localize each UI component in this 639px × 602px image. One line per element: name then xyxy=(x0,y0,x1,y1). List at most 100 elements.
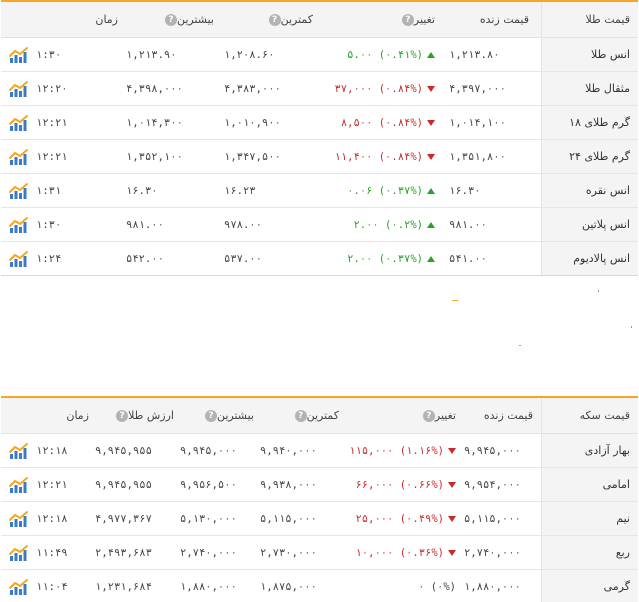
change-cell: ۱۰,۰۰۰ (۰.۳۶%) xyxy=(347,536,464,569)
decor-speck xyxy=(631,326,632,328)
row-name: نیم xyxy=(541,502,638,535)
table-row: مثقال طلا ۴,۳۹۷,۰۰۰ ۳۷,۰۰۰ (۰.۸۴%) ۴,۳۸۳,۰۰… xyxy=(1,72,638,106)
high-price: ۹۸۱.۰۰ xyxy=(126,218,164,231)
change-value: ۲.۰۰ (۰.۲%) xyxy=(353,219,435,231)
change-cell: ۲.۰۰ (۰.۳۷%) xyxy=(321,242,449,275)
change-value: ۶۶,۰۰۰ (۰.۶۶%) xyxy=(355,479,456,491)
change-cell: ۸,۵۰۰ (۰.۸۴%) xyxy=(321,106,449,139)
update-time: ۱۲:۱۸ xyxy=(36,512,68,525)
help-icon[interactable]: ? xyxy=(164,13,177,26)
change-text: ۲.۰۰ (۰.۲%) xyxy=(353,218,423,231)
arrow-down-icon xyxy=(448,447,456,454)
header-high: بیشترین? xyxy=(126,2,224,37)
chart-icon[interactable] xyxy=(1,208,36,241)
table-row: انس طلا ۱,۲۱۳.۸۰ ۵.۰۰ (۰.۴۱%) ۱,۲۰۸.۶۰ ۱,۲۱۳… xyxy=(1,38,638,72)
high-price: ۹,۹۴۵,۰۰۰ xyxy=(180,444,237,457)
change-cell: ۱۱,۴۰۰ (۰.۸۴%) xyxy=(321,140,449,173)
chart-icon[interactable] xyxy=(1,570,36,602)
update-time: ۱۱:۴۹ xyxy=(36,546,68,559)
table-row: امامی ۹,۹۵۴,۰۰۰ ۶۶,۰۰۰ (۰.۶۶%) ۹,۹۳۸,۰۰۰ ۹,۹… xyxy=(1,468,638,502)
row-name: امامی xyxy=(541,468,638,501)
help-icon[interactable]: ? xyxy=(204,409,217,422)
change-value: ۵.۰۰ (۰.۴۱%) xyxy=(347,49,435,61)
update-time: ۱۲:۲۱ xyxy=(36,116,68,129)
change-label: تغییر xyxy=(434,409,456,422)
low-price: ۱,۸۷۵,۰۰۰ xyxy=(260,580,317,593)
low-price: ۵,۱۱۵,۰۰۰ xyxy=(260,512,317,525)
help-icon[interactable]: ? xyxy=(268,13,281,26)
help-icon[interactable]: ? xyxy=(294,409,307,422)
chart-icon[interactable] xyxy=(1,72,36,105)
change-value: ۱۱۵,۰۰۰ (۱.۱۶%) xyxy=(349,445,456,457)
low-price: ۴,۳۸۳,۰۰۰ xyxy=(224,82,281,95)
header-live-price: قیمت زنده xyxy=(479,13,529,26)
row-name: انس نقره xyxy=(541,174,638,207)
arrow-down-icon xyxy=(448,515,456,522)
chart-icon[interactable] xyxy=(1,140,36,173)
live-price: ۱۶.۳۰ xyxy=(449,184,481,197)
change-text: ۲.۰۰ (۰.۳۷%) xyxy=(347,252,423,265)
live-price: ۹,۹۴۵,۰۰۰ xyxy=(464,444,521,457)
change-text: ۱۱,۴۰۰ (۰.۸۴%) xyxy=(334,150,423,163)
table-row: گرمی ۱,۸۸۰,۰۰۰ ۰ (۰%) ۱,۸۷۵,۰۰۰ ۱,۸۸۰,۰۰۰ ۱,۲… xyxy=(1,570,638,602)
low-price: ۱,۳۴۷,۵۰۰ xyxy=(224,150,281,163)
change-text: ۲۵,۰۰۰ (۰.۴۹%) xyxy=(355,512,444,525)
change-value: ۱۰,۰۰۰ (۰.۳۶%) xyxy=(355,547,456,559)
update-time: ۱۲:۲۱ xyxy=(36,150,68,163)
arrow-down-icon xyxy=(448,549,456,556)
gold-price-table: قیمت طلا قیمت زنده تغییر? کمترین? بیشتری… xyxy=(1,0,638,276)
row-name: گرمی xyxy=(541,570,638,602)
update-time: ۱:۳۰ xyxy=(36,218,62,231)
change-cell: ۰.۰۶ (۰.۳۷%) xyxy=(321,174,449,207)
low-price: ۵۳۷.۰۰ xyxy=(224,252,262,265)
low-label: کمترین xyxy=(306,409,339,422)
change-value: ۰ (۰%) xyxy=(418,581,456,593)
low-price: ۱,۲۰۸.۶۰ xyxy=(224,48,275,61)
row-name: مثقال طلا xyxy=(541,72,638,105)
high-price: ۵۴۲.۰۰ xyxy=(126,252,164,265)
arrow-down-icon xyxy=(448,481,456,488)
update-time: ۱۲:۲۰ xyxy=(36,82,68,95)
row-name: بهار آزادی xyxy=(541,434,638,467)
header-low: کمترین? xyxy=(260,398,347,433)
live-price: ۱,۲۱۳.۸۰ xyxy=(449,48,500,61)
high-label: بیشترین xyxy=(176,13,214,26)
header-time: زمان xyxy=(95,13,118,26)
chart-icon[interactable] xyxy=(1,38,36,71)
chart-icon[interactable] xyxy=(1,106,36,139)
chart-icon[interactable] xyxy=(1,502,36,535)
update-time: ۱۲:۱۸ xyxy=(36,444,68,457)
chart-icon[interactable] xyxy=(1,536,36,569)
update-time: ۱۲:۲۱ xyxy=(36,478,68,491)
table-row: گرم طلای ۲۴ ۱,۳۵۱,۸۰۰ ۱۱,۴۰۰ (۰.۸۴%) ۱,۳۴۷,… xyxy=(1,140,638,174)
live-price: ۴,۳۹۷,۰۰۰ xyxy=(449,82,506,95)
header-coin-price: قیمت سکه xyxy=(541,398,638,433)
chart-icon[interactable] xyxy=(1,242,36,275)
change-text: ۶۶,۰۰۰ (۰.۶۶%) xyxy=(355,478,444,491)
change-text: ۸,۵۰۰ (۰.۸۴%) xyxy=(340,116,423,129)
header-change: تغییر? xyxy=(321,2,449,37)
help-icon[interactable]: ? xyxy=(116,409,129,422)
gold-value: ۹,۹۴۵,۹۵۵ xyxy=(95,478,152,491)
chart-icon[interactable] xyxy=(1,174,36,207)
live-price: ۱,۳۵۱,۸۰۰ xyxy=(449,150,506,163)
coin-table-header: قیمت سکه قیمت زنده تغییر? کمترین? بیشتری… xyxy=(1,398,638,434)
table-row: انس نقره ۱۶.۳۰ ۰.۰۶ (۰.۳۷%) ۱۶.۲۳ ۱۶.۳۰ ۱:۳۱ xyxy=(1,174,638,208)
change-cell: ۰ (۰%) xyxy=(347,570,464,602)
change-value: ۲۵,۰۰۰ (۰.۴۹%) xyxy=(355,513,456,525)
chart-icon[interactable] xyxy=(1,434,36,467)
high-price: ۲,۷۴۰,۰۰۰ xyxy=(180,546,237,559)
live-price: ۵,۱۱۵,۰۰۰ xyxy=(464,512,521,525)
help-icon[interactable]: ? xyxy=(401,13,414,26)
chart-icon[interactable] xyxy=(1,468,36,501)
decor-speck xyxy=(519,345,521,346)
change-text: ۰.۰۶ (۰.۳۷%) xyxy=(347,184,423,197)
help-icon[interactable]: ? xyxy=(422,409,435,422)
live-price: ۹,۹۵۴,۰۰۰ xyxy=(464,478,521,491)
change-cell: ۵.۰۰ (۰.۴۱%) xyxy=(321,38,449,71)
low-price: ۹,۹۳۸,۰۰۰ xyxy=(260,478,317,491)
gold-value: ۱,۲۳۱,۶۸۴ xyxy=(95,580,152,593)
arrow-up-icon xyxy=(427,221,435,228)
update-time: ۱:۳۱ xyxy=(36,184,62,197)
decor-speck xyxy=(452,300,458,301)
